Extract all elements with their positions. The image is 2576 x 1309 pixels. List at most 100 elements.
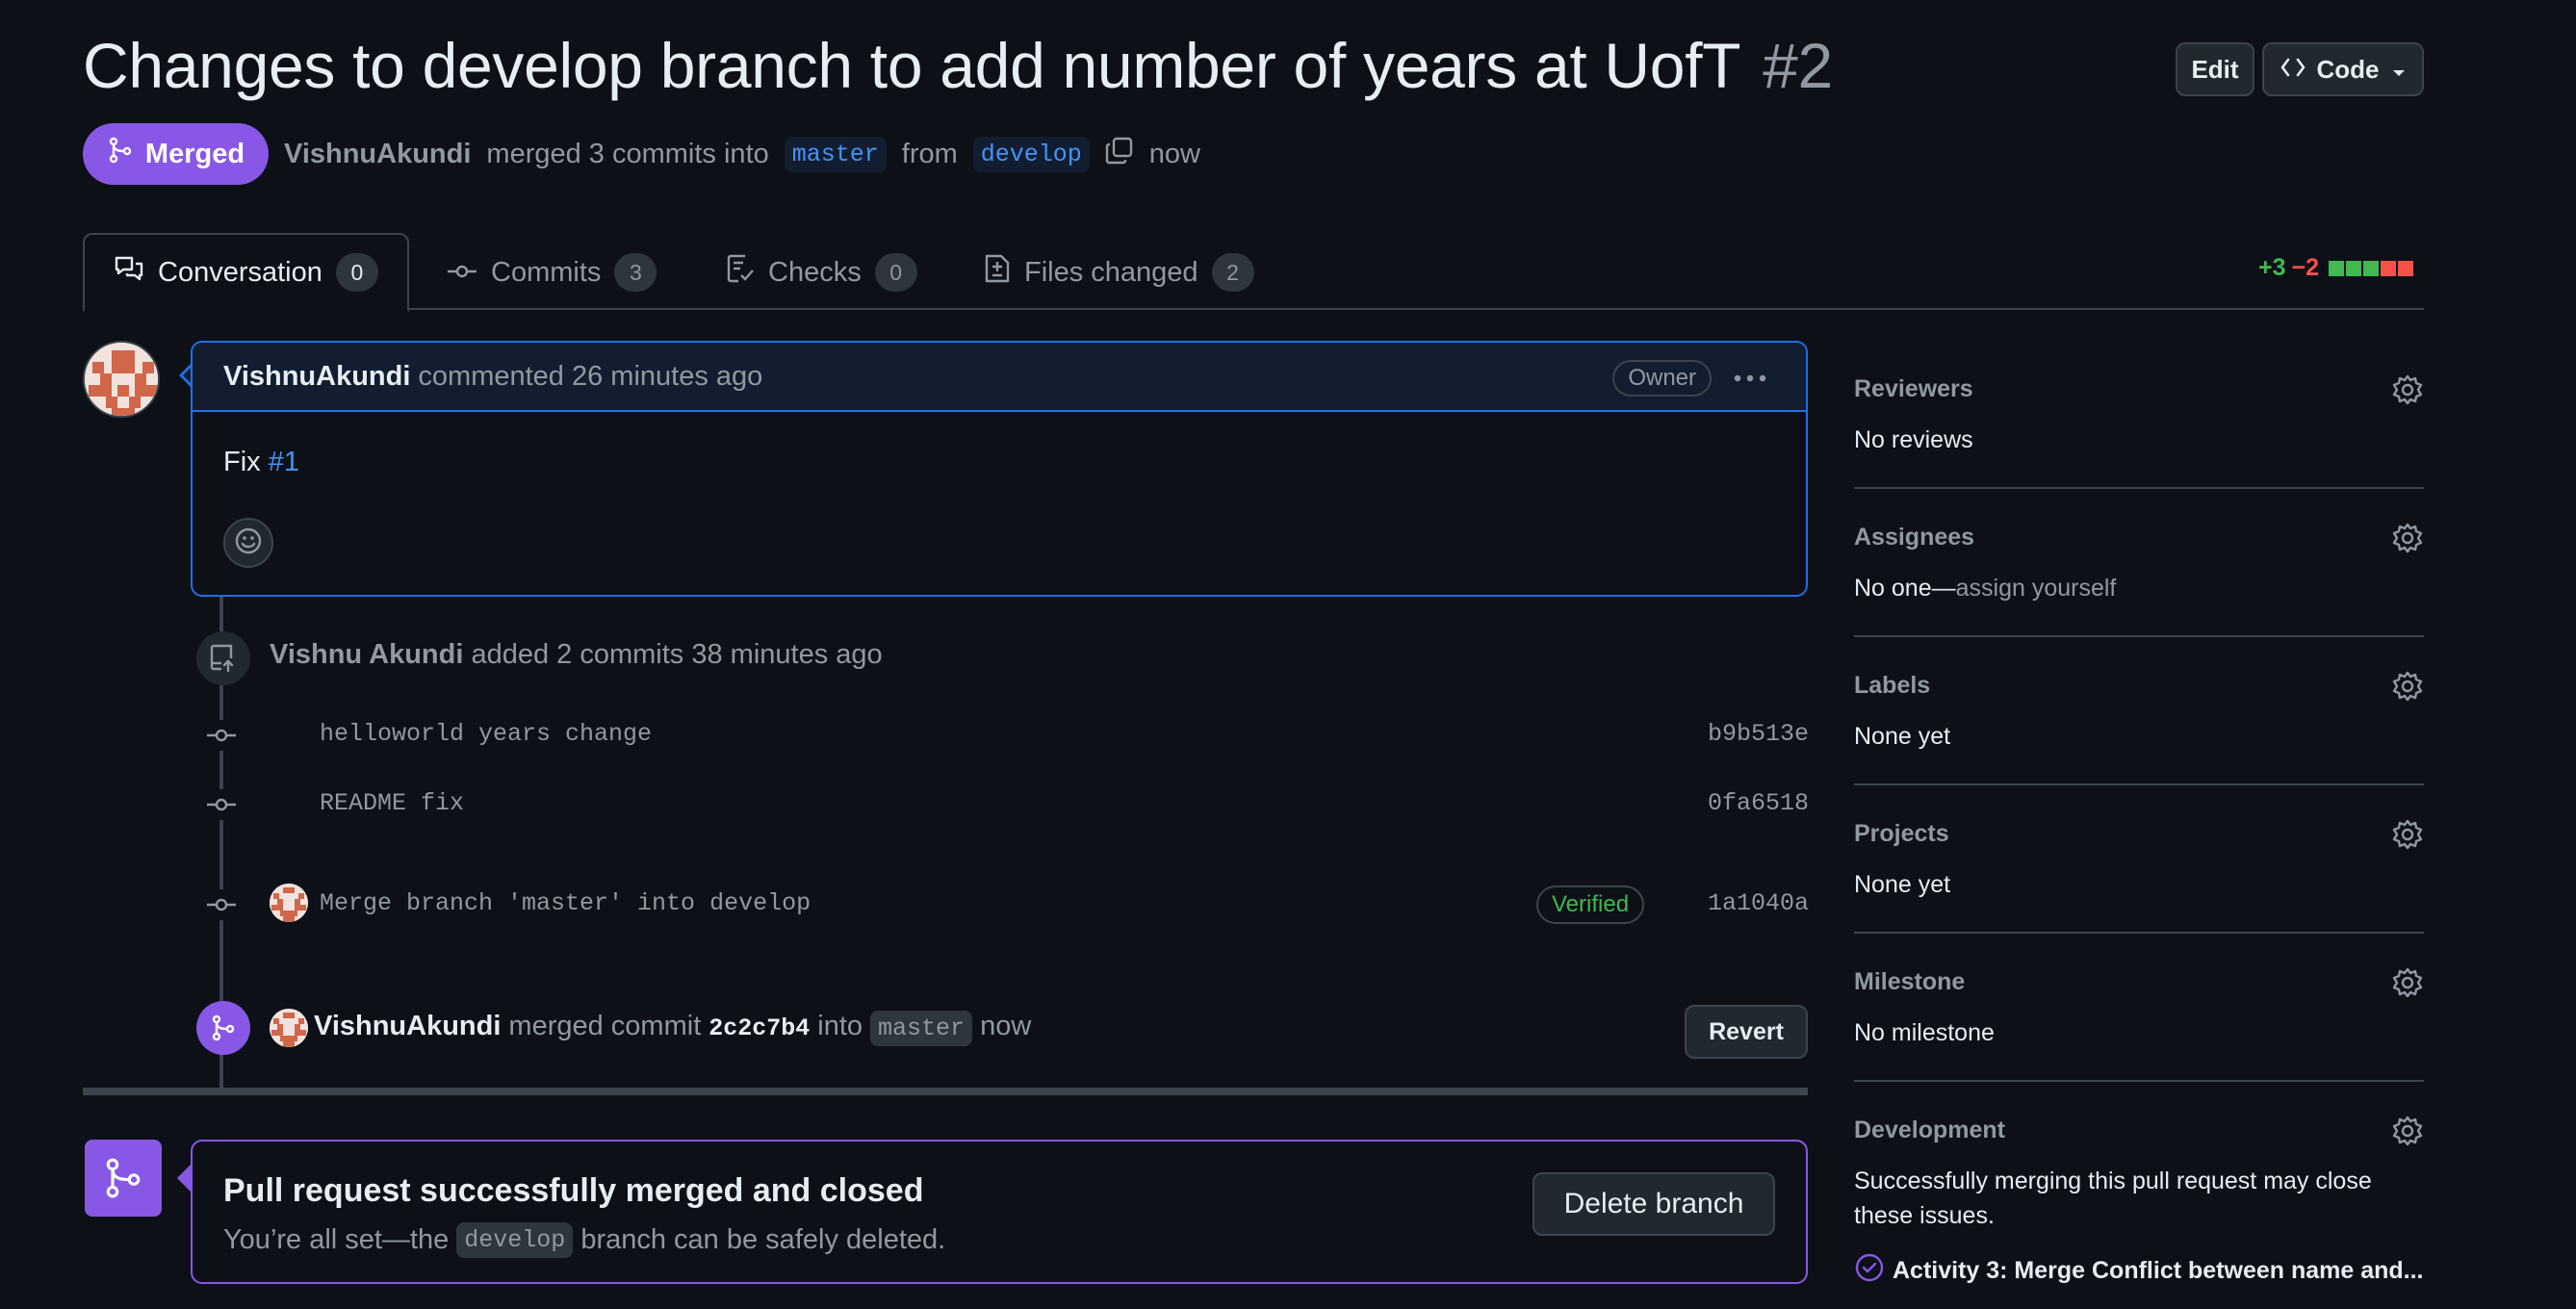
merged-box-caret — [177, 1165, 191, 1192]
commit-sha-link[interactable]: b9b513e — [1708, 720, 1809, 748]
commit-message-link[interactable]: README fix — [320, 789, 464, 817]
edit-button[interactable]: Edit — [2176, 42, 2254, 96]
tab-label: Checks — [768, 256, 862, 288]
tab-files-changed[interactable]: Files changed 2 — [984, 233, 1254, 312]
tab-label: Conversation — [158, 256, 322, 288]
merged-title: Pull request successfully merged and clo… — [223, 1172, 924, 1209]
issue-closed-icon — [1854, 1252, 1885, 1290]
tab-conversation[interactable]: Conversation 0 — [83, 233, 409, 312]
merged-branch[interactable]: develop — [456, 1222, 574, 1258]
code-label: Code — [2316, 54, 2380, 84]
gear-icon[interactable] — [2391, 670, 2424, 703]
avatar[interactable] — [83, 341, 160, 418]
avatar[interactable] — [270, 1009, 308, 1047]
diffstat-square — [2381, 260, 2397, 276]
git-merge-icon — [107, 137, 134, 171]
git-merge-icon — [85, 1140, 162, 1217]
copy-icon[interactable] — [1105, 136, 1134, 172]
state-badge: Merged — [83, 123, 269, 185]
gear-icon[interactable] — [2391, 522, 2424, 554]
pr-author-link[interactable]: VishnuAkundi — [284, 139, 471, 170]
comment-author-link[interactable]: VishnuAkundi — [223, 361, 410, 393]
merge-branch[interactable]: master — [870, 1011, 973, 1046]
event-text: added 2 commits 38 minutes ago — [471, 639, 883, 670]
sidebar-assignees: Assignees No one—assign yourself — [1854, 489, 2424, 637]
sidebar-value: None yet — [1854, 723, 1951, 750]
owner-badge: Owner — [1612, 360, 1712, 397]
diffstat[interactable]: +3 −2 — [2258, 254, 2414, 282]
sidebar-heading: Development — [1854, 1116, 2005, 1143]
avatar[interactable] — [270, 884, 308, 922]
comment-timestamp[interactable]: commented 26 minutes ago — [418, 361, 762, 393]
verified-badge[interactable]: Verified — [1536, 886, 1645, 924]
commit-icon — [206, 789, 237, 820]
tab-counter: 2 — [1211, 253, 1254, 292]
add-reaction-button[interactable] — [223, 518, 273, 568]
diffstat-square — [2329, 260, 2345, 276]
sidebar-value: No milestone — [1854, 1019, 1995, 1046]
checklist-icon — [726, 253, 755, 292]
code-icon — [2280, 55, 2306, 85]
edit-label: Edit — [2191, 54, 2239, 84]
revert-button[interactable]: Revert — [1685, 1005, 1808, 1059]
merge-author-link[interactable]: VishnuAkundi — [314, 1011, 501, 1042]
merged-sub-suffix: branch can be safely deleted. — [580, 1224, 946, 1255]
triangle-down-icon — [2391, 55, 2407, 85]
sidebar: Reviewers No reviews Assignees No one—as… — [1854, 341, 2424, 1290]
gear-icon[interactable] — [2391, 373, 2424, 406]
commit-message-link[interactable]: helloworld years change — [320, 720, 652, 748]
merge-commit-sha-link[interactable]: 2c2c7b4 — [708, 1014, 810, 1042]
tab-label: Files changed — [1024, 256, 1198, 288]
file-diff-icon — [984, 253, 1011, 292]
sidebar-heading: Milestone — [1854, 968, 1966, 995]
tab-counter: 3 — [614, 253, 657, 292]
diffstat-square — [2346, 260, 2362, 276]
gear-icon[interactable] — [2391, 966, 2424, 999]
commit-sha-link[interactable]: 1a1040a — [1708, 889, 1809, 917]
assign-yourself-link[interactable]: assign yourself — [1956, 575, 2117, 602]
pr-number: #2 — [1763, 30, 1833, 101]
tab-commits[interactable]: Commits 3 — [447, 233, 657, 312]
pr-title: Changes to develop branch to add number … — [83, 30, 1740, 101]
sidebar-heading: Labels — [1854, 672, 1931, 699]
comment-header: VishnuAkundi commented 26 minutes ago Ow… — [193, 343, 1806, 412]
comment-body: Fix #1 — [193, 412, 1806, 513]
delete-branch-button[interactable]: Delete branch — [1533, 1172, 1775, 1236]
tab-counter: 0 — [874, 253, 917, 292]
commit-sha-link[interactable]: 0fa6518 — [1708, 789, 1809, 817]
diffstat-bar — [2329, 260, 2414, 276]
commit-icon — [206, 889, 237, 920]
sidebar-value: No reviews — [1854, 426, 1973, 453]
kebab-horizontal-icon[interactable] — [1731, 360, 1769, 397]
linked-issue-link[interactable]: Activity 3: Merge Conflict between name … — [1854, 1252, 2424, 1290]
sidebar-heading: Assignees — [1854, 524, 1975, 551]
sidebar-heading: Reviewers — [1854, 375, 1973, 402]
smiley-icon — [233, 526, 264, 561]
merge-phrase: merged 3 commits into — [486, 138, 769, 169]
tab-checks[interactable]: Checks 0 — [726, 233, 917, 312]
commits-event: Vishnu Akundi added 2 commits 38 minutes… — [270, 639, 883, 671]
tab-label: Commits — [491, 256, 602, 288]
issue-link[interactable]: #1 — [269, 447, 299, 477]
merge-action: merged commit — [508, 1011, 702, 1041]
diffstat-square — [2398, 260, 2414, 276]
pr-time: now — [1148, 138, 1200, 169]
sidebar-value: Successfully merging this pull request m… — [1854, 1168, 2372, 1229]
sidebar-projects: Projects None yet — [1854, 785, 2424, 934]
gear-icon[interactable] — [2391, 818, 2424, 851]
sidebar-value: No one—assign yourself — [1854, 571, 2424, 605]
head-branch-link[interactable]: develop — [972, 136, 1090, 172]
merge-time: now — [980, 1011, 1032, 1041]
base-branch-link[interactable]: master — [784, 136, 887, 172]
comment-discussion-icon — [114, 254, 144, 291]
comment-text: Fix — [223, 447, 261, 477]
sidebar-reviewers: Reviewers No reviews — [1854, 341, 2424, 489]
sidebar-development: Development Successfully merging this pu… — [1854, 1082, 2424, 1290]
commit-message-link[interactable]: Merge branch 'master' into develop — [320, 889, 811, 917]
merge-into: into — [817, 1011, 863, 1041]
git-merge-icon — [196, 1001, 250, 1055]
gear-icon[interactable] — [2391, 1115, 2424, 1147]
comment: VishnuAkundi commented 26 minutes ago Ow… — [191, 341, 1808, 597]
code-button[interactable]: Code — [2262, 42, 2424, 96]
event-author-link[interactable]: Vishnu Akundi — [270, 639, 463, 670]
